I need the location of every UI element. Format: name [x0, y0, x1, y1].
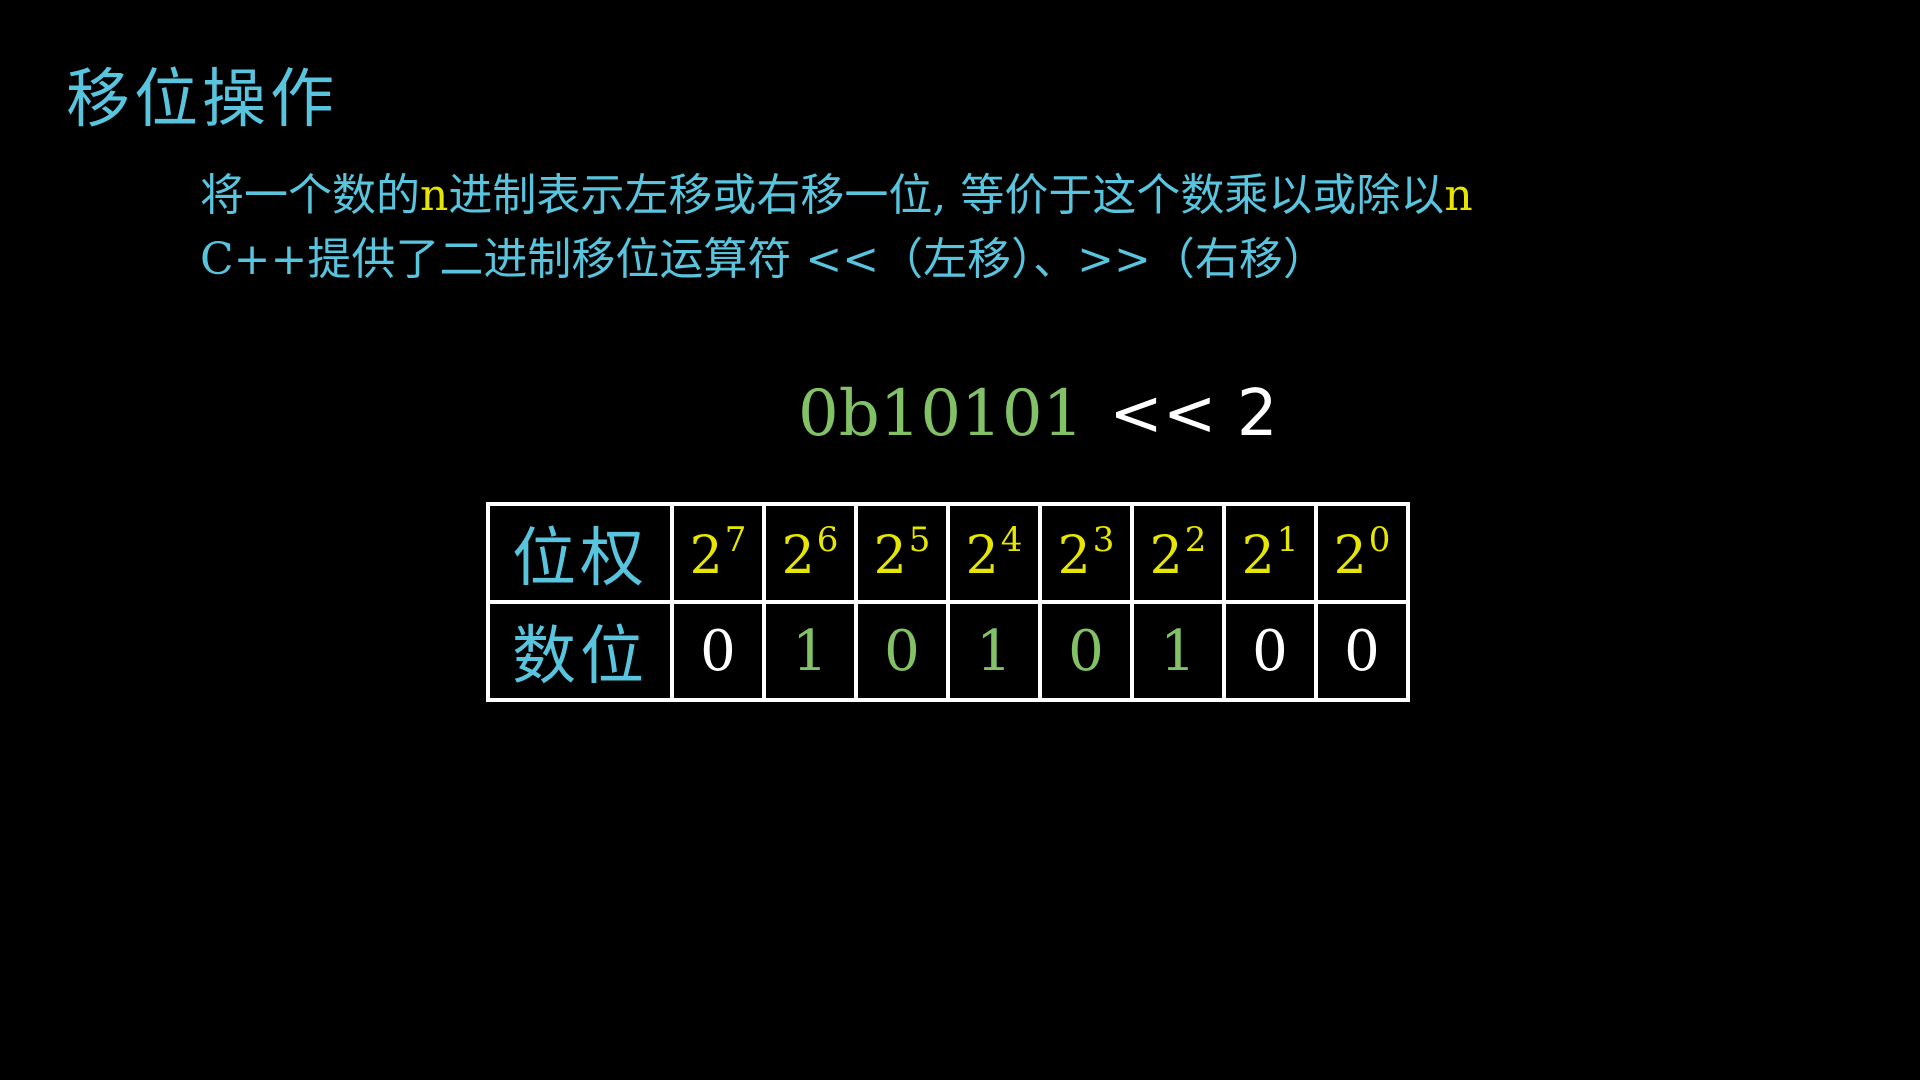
weight-cell: 25	[854, 502, 950, 604]
base: 2	[689, 526, 723, 586]
highlight-n: n	[420, 170, 449, 221]
exponent: 6	[816, 520, 839, 560]
base: 2	[781, 526, 815, 586]
base: 2	[965, 526, 999, 586]
weight-cell: 20	[1314, 502, 1410, 604]
exponent: 0	[1368, 520, 1391, 560]
shift-operator: << 2	[1109, 377, 1278, 451]
bit-table: 位权 27 26 25 24 23 22 21 20 数位 0 1 0 1 0 …	[486, 502, 1410, 702]
weight-cell: 21	[1222, 502, 1318, 604]
digit-cell: 1	[946, 600, 1042, 702]
weight-cell: 24	[946, 502, 1042, 604]
exponent: 7	[724, 520, 747, 560]
exponent: 4	[1000, 520, 1023, 560]
description-line-1: 将一个数的n进制表示左移或右移一位, 等价于这个数乘以或除以n	[200, 168, 1473, 224]
exponent: 2	[1184, 520, 1207, 560]
exponent: 3	[1092, 520, 1115, 560]
weight-cell: 22	[1130, 502, 1226, 604]
digit-cell: 0	[1222, 600, 1318, 702]
description-text: 将一个数的	[200, 170, 420, 221]
page-title: 移位操作	[66, 63, 338, 137]
weight-row: 位权 27 26 25 24 23 22 21 20	[486, 502, 1410, 604]
weight-cell: 27	[670, 502, 766, 604]
weight-cell: 23	[1038, 502, 1134, 604]
shift-expression: 0b10101 << 2	[798, 376, 1278, 452]
base: 2	[1149, 526, 1183, 586]
weight-cell: 26	[762, 502, 858, 604]
digit-cell: 0	[1038, 600, 1134, 702]
description-text: 进制表示左移或右移一位, 等价于这个数乘以或除以	[448, 170, 1445, 221]
base: 2	[1241, 526, 1275, 586]
exponent: 5	[908, 520, 931, 560]
base: 2	[873, 526, 907, 586]
digit-cell: 0	[854, 600, 950, 702]
digit-cell: 1	[1130, 600, 1226, 702]
exponent: 1	[1276, 520, 1299, 560]
digit-cell: 1	[762, 600, 858, 702]
digit-cell: 0	[670, 600, 766, 702]
description-line-2: C++提供了二进制移位运算符 <<（左移）、>>（右移）	[200, 234, 1327, 285]
digit-row-header: 数位	[486, 600, 674, 702]
digit-row: 数位 0 1 0 1 0 1 0 0	[486, 600, 1410, 702]
highlight-n: n	[1444, 170, 1473, 221]
base: 2	[1333, 526, 1367, 586]
weight-row-header: 位权	[486, 502, 674, 604]
binary-number: 0b10101	[798, 377, 1084, 451]
base: 2	[1057, 526, 1091, 586]
digit-cell: 0	[1314, 600, 1410, 702]
